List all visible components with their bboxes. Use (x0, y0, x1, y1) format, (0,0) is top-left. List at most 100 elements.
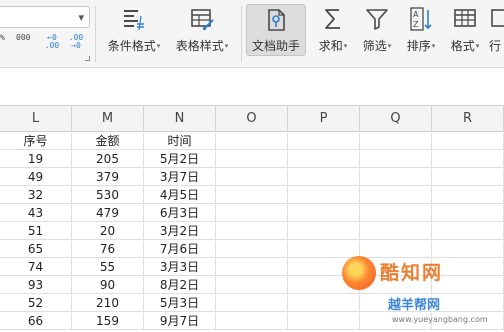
filter-button[interactable]: 筛选▾ (357, 4, 397, 62)
table-cell[interactable] (288, 223, 360, 239)
table-cell[interactable]: 8月2日 (144, 277, 216, 293)
table-cell[interactable] (432, 169, 504, 185)
thousands-separator-button[interactable]: 000 (16, 34, 30, 42)
filter-label: 筛选 (362, 39, 387, 53)
table-cell[interactable] (216, 151, 288, 167)
header-cell[interactable] (288, 133, 360, 149)
chevron-down-icon: ▾ (156, 42, 161, 50)
table-cell[interactable]: 90 (72, 277, 144, 293)
watermark-subtitle: 越羊帮网 (388, 298, 441, 313)
decrease-decimal-button[interactable]: .00 →0 (66, 34, 86, 50)
watermark-title: 酷知网 (380, 262, 444, 284)
table-cell[interactable] (216, 295, 288, 311)
header-cell[interactable]: 序号 (0, 133, 72, 149)
table-cell[interactable]: 3月2日 (144, 223, 216, 239)
number-group-launcher-icon[interactable] (85, 56, 90, 61)
table-cell[interactable] (216, 277, 288, 293)
ribbon-separator (241, 6, 242, 62)
table-cell[interactable]: 76 (72, 241, 144, 257)
sum-button[interactable]: 求和▾ (313, 4, 353, 62)
header-cell[interactable] (432, 133, 504, 149)
formula-bar-area[interactable] (0, 68, 504, 106)
table-cell[interactable]: 93 (0, 277, 72, 293)
table-cell[interactable] (216, 241, 288, 257)
table-cell[interactable] (360, 223, 432, 239)
table-cell[interactable] (288, 205, 360, 221)
table-cell[interactable] (216, 169, 288, 185)
row-col-button[interactable]: 行 (489, 4, 504, 62)
increase-decimal-button[interactable]: ←0 .00 (42, 34, 62, 50)
table-cell[interactable] (216, 223, 288, 239)
table-cell[interactable] (432, 151, 504, 167)
table-cell[interactable] (360, 169, 432, 185)
table-cell[interactable] (216, 259, 288, 275)
table-cell[interactable]: 205 (72, 151, 144, 167)
table-cell[interactable] (432, 241, 504, 257)
table-cell[interactable] (432, 223, 504, 239)
table-style-button[interactable]: 表格样式▾ (170, 4, 234, 62)
table-cell[interactable] (288, 187, 360, 203)
table-cell[interactable]: 3月7日 (144, 169, 216, 185)
percent-style-button[interactable]: % (0, 34, 5, 42)
table-cell[interactable]: 159 (72, 313, 144, 329)
table-cell[interactable]: 20 (72, 223, 144, 239)
conditional-format-button[interactable]: 条件格式▾ (103, 4, 165, 62)
table-cell[interactable] (360, 151, 432, 167)
header-cell[interactable]: 金额 (72, 133, 144, 149)
number-format-dropdown[interactable]: ▾ (0, 6, 90, 28)
svg-text:Z: Z (413, 20, 419, 29)
table-cell[interactable]: 52 (0, 295, 72, 311)
table-cell[interactable]: 9月7日 (144, 313, 216, 329)
column-header-P[interactable]: P (288, 106, 360, 131)
table-cell[interactable] (360, 205, 432, 221)
column-header-L[interactable]: L (0, 106, 72, 131)
table-cell[interactable]: 7月6日 (144, 241, 216, 257)
header-cell[interactable]: 时间 (144, 133, 216, 149)
table-cell[interactable]: 530 (72, 187, 144, 203)
table-cell[interactable]: 379 (72, 169, 144, 185)
column-header-M[interactable]: M (72, 106, 144, 131)
table-row: 49 379 3月7日 (0, 169, 504, 186)
table-cell[interactable]: 6月3日 (144, 205, 216, 221)
table-cell[interactable]: 19 (0, 151, 72, 167)
table-cell[interactable] (432, 205, 504, 221)
watermark: 酷知网 越羊帮网 www.yueyangbang.com (342, 256, 504, 332)
table-cell[interactable] (432, 187, 504, 203)
table-cell[interactable]: 5月3日 (144, 295, 216, 311)
doc-assistant-button[interactable]: 文档助手 (246, 4, 306, 56)
column-header-N[interactable]: N (144, 106, 216, 131)
table-cell[interactable] (216, 205, 288, 221)
table-cell[interactable]: 5月2日 (144, 151, 216, 167)
ribbon-separator (95, 6, 96, 62)
table-cell[interactable] (216, 187, 288, 203)
table-cell[interactable] (216, 313, 288, 329)
table-cell[interactable] (288, 241, 360, 257)
percent-icon: % (0, 33, 5, 42)
table-cell[interactable]: 32 (0, 187, 72, 203)
format-button[interactable]: 格式▾ (445, 4, 485, 62)
table-cell[interactable] (288, 169, 360, 185)
table-cell[interactable]: 49 (0, 169, 72, 185)
table-cell[interactable]: 55 (72, 259, 144, 275)
table-cell[interactable] (360, 241, 432, 257)
thousands-icon: 000 (16, 33, 31, 42)
table-cell[interactable]: 51 (0, 223, 72, 239)
sort-button[interactable]: A Z 排序▾ (401, 4, 441, 62)
table-cell[interactable]: 65 (0, 241, 72, 257)
column-header-Q[interactable]: Q (360, 106, 432, 131)
table-cell[interactable]: 74 (0, 259, 72, 275)
table-cell[interactable] (288, 151, 360, 167)
table-cell[interactable] (360, 187, 432, 203)
table-style-label: 表格样式 (175, 39, 224, 53)
table-cell[interactable]: 210 (72, 295, 144, 311)
table-cell[interactable]: 4月5日 (144, 187, 216, 203)
header-cell[interactable] (360, 133, 432, 149)
table-cell[interactable]: 479 (72, 205, 144, 221)
table-cell[interactable]: 3月3日 (144, 259, 216, 275)
header-cell[interactable] (216, 133, 288, 149)
column-header-O[interactable]: O (216, 106, 288, 131)
sigma-icon (325, 9, 340, 29)
table-cell[interactable]: 43 (0, 205, 72, 221)
table-cell[interactable]: 66 (0, 313, 72, 329)
column-header-R[interactable]: R (432, 106, 504, 131)
